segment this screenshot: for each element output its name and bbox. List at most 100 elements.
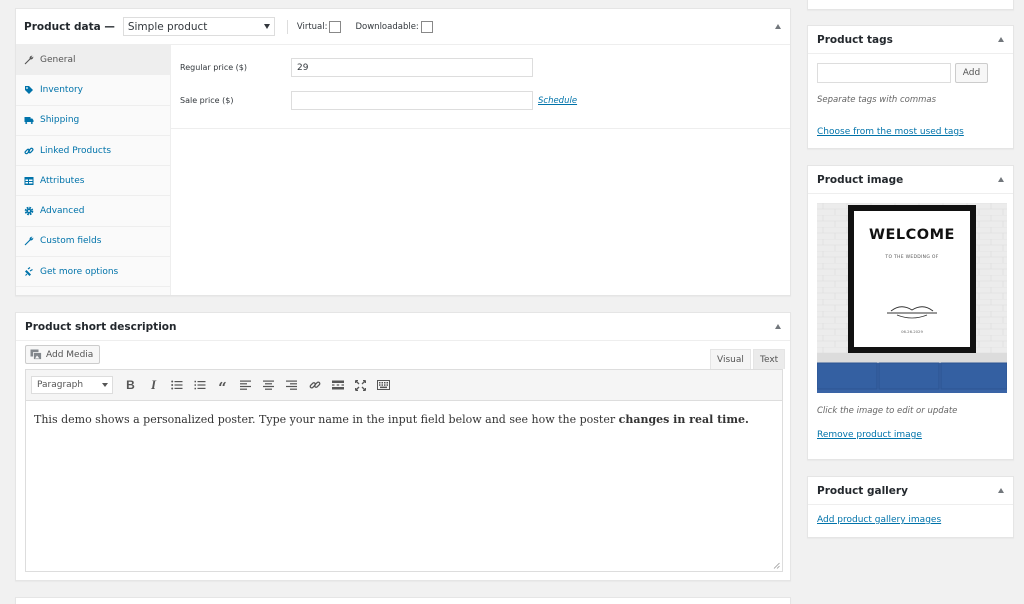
- align-left-button[interactable]: [234, 374, 257, 396]
- tab-label: Inventory: [40, 84, 83, 95]
- italic-button[interactable]: I: [142, 374, 165, 396]
- tab-advanced[interactable]: Advanced: [16, 196, 170, 227]
- align-right-button[interactable]: [280, 374, 303, 396]
- tab-text[interactable]: Text: [753, 349, 786, 369]
- tag-icon: [24, 85, 34, 95]
- sale-price-input[interactable]: [291, 91, 533, 110]
- tab-visual[interactable]: Visual: [710, 349, 751, 369]
- sale-price-row: Sale price ($) Schedule: [180, 91, 577, 110]
- product-tags-box: Product tags Add Separate tags with comm…: [807, 25, 1014, 149]
- poster-subheading: TO THE WEDDING OF: [885, 255, 939, 260]
- product-type-select[interactable]: Simple product: [122, 17, 275, 36]
- virtual-label: Virtual:: [296, 21, 328, 32]
- schedule-link[interactable]: Schedule: [538, 96, 577, 106]
- add-tag-button[interactable]: Add: [955, 63, 988, 83]
- wrench-icon: [24, 236, 34, 246]
- tags-hint: Separate tags with commas: [817, 95, 937, 105]
- tab-label: Get more options: [40, 266, 119, 277]
- general-panel: Regular price ($) 29 Sale price ($) Sche…: [171, 45, 790, 129]
- regular-price-row: Regular price ($) 29: [180, 58, 533, 77]
- virtual-checkbox[interactable]: [329, 20, 342, 33]
- editor: Paragraph B I “ This demo shows a person…: [25, 369, 783, 572]
- add-media-label: Add Media: [46, 349, 94, 360]
- resize-handle-icon[interactable]: [773, 562, 780, 569]
- quote-icon: “: [218, 378, 227, 397]
- editor-toolbar: Paragraph B I “: [26, 370, 782, 401]
- media-icon: [30, 349, 42, 360]
- tab-custom-fields[interactable]: Custom fields: [16, 227, 170, 258]
- downloadable-checkbox[interactable]: [420, 20, 433, 33]
- product-gallery-title: Product gallery: [817, 484, 908, 497]
- sidebar-top-box: [807, 0, 1014, 10]
- read-more-button[interactable]: [326, 374, 349, 396]
- format-select[interactable]: Paragraph: [31, 376, 113, 394]
- collapse-arrow-icon[interactable]: [998, 487, 1004, 493]
- toolbar-toggle-button[interactable]: [372, 374, 395, 396]
- sale-price-label: Sale price ($): [180, 96, 234, 105]
- link-icon: [24, 146, 34, 156]
- tab-shipping[interactable]: Shipping: [16, 106, 170, 136]
- tab-label: Attributes: [40, 175, 85, 186]
- divider: [286, 19, 288, 34]
- most-used-tags-link[interactable]: Choose from the most used tags: [817, 127, 964, 137]
- gear-icon: [24, 206, 34, 216]
- product-image-header: Product image: [808, 166, 1013, 194]
- collapse-arrow-icon[interactable]: [775, 23, 781, 29]
- align-center-icon: [263, 380, 274, 390]
- add-media-button[interactable]: Add Media: [25, 345, 101, 364]
- fullscreen-button[interactable]: [349, 374, 372, 396]
- poster-heading: WELCOME: [869, 227, 955, 243]
- downloadable-option: Downloadable:: [355, 20, 433, 33]
- tab-label: General: [40, 54, 76, 65]
- tab-linked-products[interactable]: Linked Products: [16, 136, 170, 167]
- tab-attributes[interactable]: Attributes: [16, 166, 170, 197]
- poster-date: 06.26.2029: [901, 329, 923, 334]
- collapse-arrow-icon[interactable]: [998, 36, 1004, 42]
- align-center-button[interactable]: [257, 374, 280, 396]
- bold-button[interactable]: B: [119, 374, 142, 396]
- virtual-option: Virtual:: [296, 20, 342, 33]
- truck-icon: [24, 115, 34, 125]
- short-description-title: Product short description: [25, 320, 177, 333]
- regular-price-label: Regular price ($): [180, 63, 248, 72]
- insert-link-button[interactable]: [303, 374, 326, 396]
- editor-content[interactable]: This demo shows a personalized poster. T…: [26, 401, 782, 439]
- product-image-box: Product image WELCOME TO THE WEDDING OF …: [807, 165, 1014, 460]
- next-box: [15, 597, 791, 604]
- downloadable-label: Downloadable:: [355, 21, 419, 32]
- content-bold-text: changes in real time.: [618, 413, 749, 426]
- italic-icon: I: [150, 377, 157, 392]
- product-image[interactable]: WELCOME TO THE WEDDING OF 06.26.2029: [817, 203, 1007, 393]
- product-gallery-header: Product gallery: [808, 477, 1013, 505]
- collapse-arrow-icon[interactable]: [775, 323, 781, 329]
- product-tags-header: Product tags: [808, 26, 1013, 54]
- tab-label: Custom fields: [40, 236, 102, 247]
- keyboard-icon: [377, 380, 390, 390]
- tab-get-more-options[interactable]: Get more options: [16, 257, 170, 288]
- numbered-list-button[interactable]: [188, 374, 211, 396]
- tab-inventory[interactable]: Inventory: [16, 75, 170, 106]
- short-description-header: Product short description: [16, 313, 790, 341]
- product-data-box: Product data — Simple product Virtual: D…: [15, 8, 791, 296]
- table-icon: [24, 176, 34, 186]
- tab-label: Linked Products: [40, 145, 112, 156]
- image-hint: Click the image to edit or update: [817, 406, 958, 416]
- chevron-down-icon: [263, 24, 270, 29]
- tab-general[interactable]: General: [16, 45, 170, 76]
- collapse-arrow-icon[interactable]: [998, 176, 1004, 182]
- content-text: This demo shows a personalized poster. T…: [34, 413, 619, 426]
- bullet-list-icon: [170, 380, 182, 390]
- read-more-icon: [331, 380, 344, 390]
- remove-image-link[interactable]: Remove product image: [817, 430, 922, 440]
- numbered-list-icon: [194, 380, 205, 390]
- product-type-value: Simple product: [127, 20, 208, 33]
- align-right-icon: [286, 380, 297, 390]
- link-icon: [309, 381, 320, 389]
- bullet-list-button[interactable]: [165, 374, 188, 396]
- blockquote-button[interactable]: “: [211, 374, 234, 396]
- product-gallery-box: Product gallery Add product gallery imag…: [807, 476, 1014, 538]
- add-gallery-images-link[interactable]: Add product gallery images: [817, 515, 941, 525]
- plugin-icon: [24, 266, 34, 277]
- regular-price-input[interactable]: 29: [291, 58, 533, 77]
- tag-input[interactable]: [817, 63, 951, 83]
